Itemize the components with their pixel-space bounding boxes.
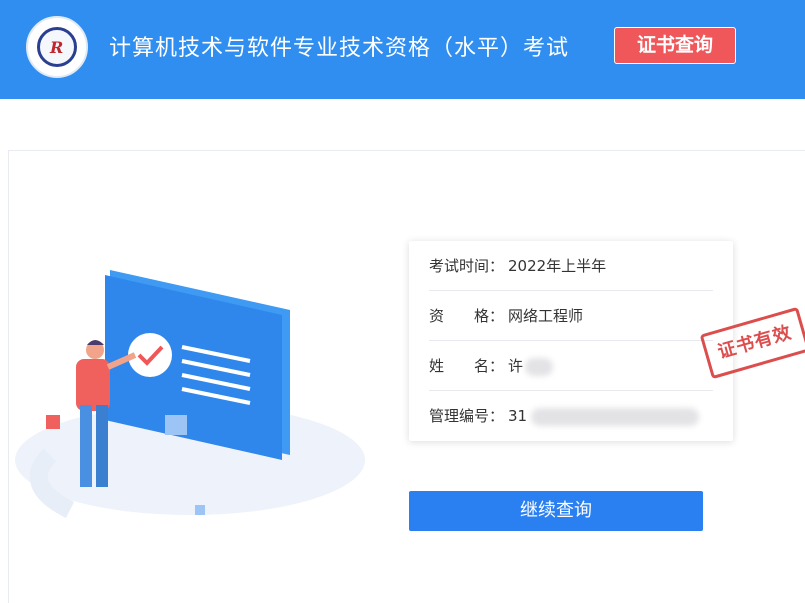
person-leg-left	[80, 405, 92, 487]
logo-mark: R	[50, 38, 64, 57]
qualification-label: 资 格：	[429, 307, 505, 325]
site-title: 计算机技术与软件专业技术资格（水平）考试	[109, 36, 570, 61]
person-hair	[87, 340, 104, 345]
decor-cube-small	[195, 505, 205, 515]
illustration-image	[15, 270, 365, 519]
qualification-row: 资 格： 网络工程师	[429, 291, 713, 341]
management-number-value: 31	[508, 407, 528, 425]
management-number-row: 管理编号： 31	[429, 391, 713, 441]
qualification-value: 网络工程师	[508, 307, 584, 325]
name-value: 许	[508, 357, 524, 375]
name-redaction	[525, 357, 554, 376]
folder-shape	[165, 415, 187, 435]
person-body	[76, 359, 110, 411]
decor-cube	[46, 415, 60, 429]
person-leg-right	[96, 405, 108, 487]
name-row: 姓 名：许	[429, 341, 713, 391]
logo-icon: R	[26, 16, 88, 78]
exam-time-label: 考试时间：	[429, 257, 505, 275]
cert-query-button[interactable]: 证书查询	[614, 27, 736, 64]
management-number-label: 管理编号：	[429, 407, 505, 425]
name-label: 姓 名：	[429, 357, 505, 375]
top-header: R 计算机技术与软件专业技术资格（水平）考试 证书查询	[0, 0, 805, 99]
continue-query-button[interactable]: 继续查询	[409, 491, 703, 531]
logo-emblem: R	[37, 27, 77, 67]
result-card: 考试时间： 2022年上半年 资 格： 网络工程师 姓 名：许 管理编号： 31	[409, 241, 733, 441]
exam-time-value: 2022年上半年	[508, 257, 607, 275]
exam-time-row: 考试时间： 2022年上半年	[429, 241, 713, 291]
management-number-redaction	[531, 407, 700, 426]
